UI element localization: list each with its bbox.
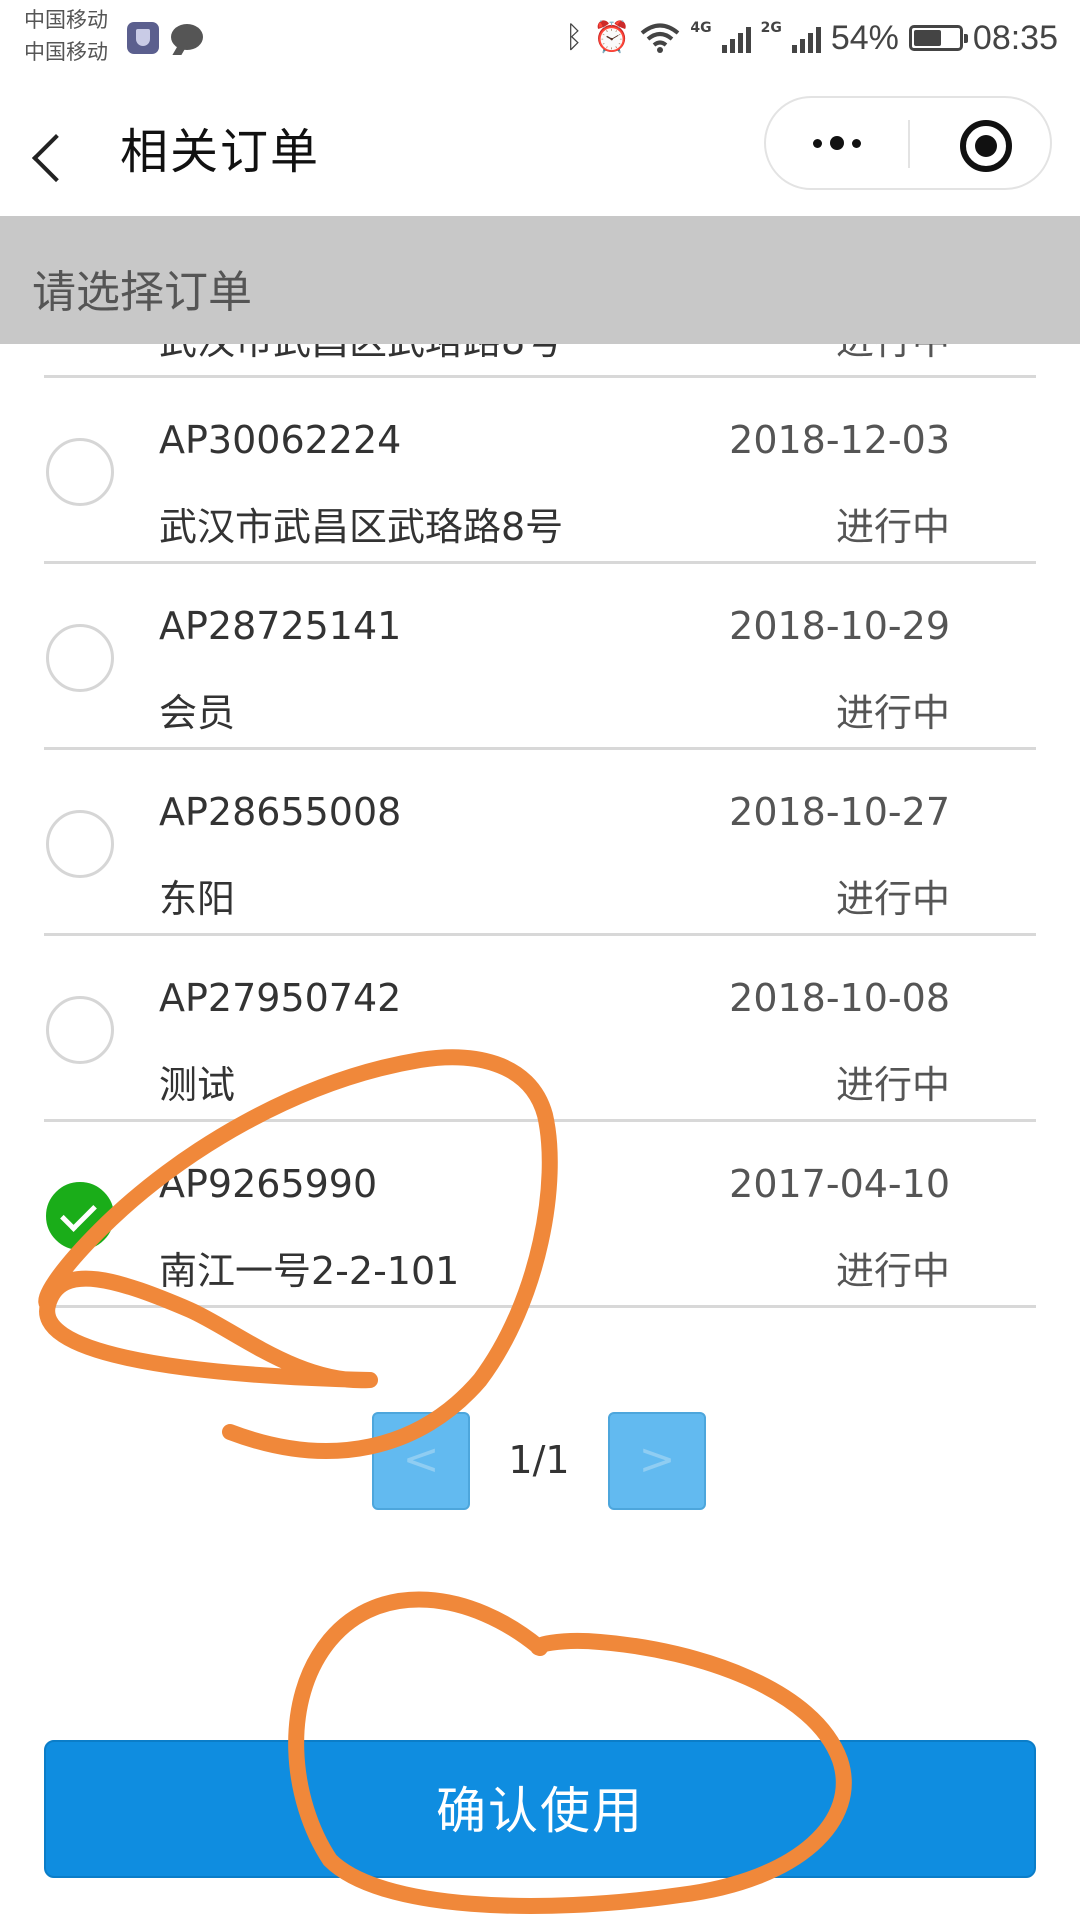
alarm-icon: ⏰ — [593, 20, 631, 55]
signal-icon-2 — [791, 23, 821, 53]
target-close-icon[interactable] — [960, 120, 1012, 172]
mini-program-capsule — [764, 96, 1052, 190]
chat-icon — [171, 24, 203, 50]
order-number: AP27950742 — [159, 976, 402, 1020]
section-header: 请选择订单 — [0, 216, 1080, 344]
next-page-button[interactable]: > — [608, 1412, 706, 1510]
order-address: 武汉市武昌区武珞路8号 — [159, 344, 563, 365]
order-address: 武汉市武昌区武珞路8号 — [159, 505, 564, 549]
order-status: 进行中 — [835, 691, 950, 735]
order-date: 2017-04-10 — [729, 1162, 950, 1206]
section-title: 请选择订单 — [32, 267, 252, 318]
order-row[interactable]: AP28725141 2018-10-29 会员 进行中 — [44, 564, 1036, 750]
order-status: 进行中 — [835, 1249, 950, 1293]
order-number: AP28655008 — [159, 790, 402, 834]
radio-button[interactable] — [46, 996, 114, 1064]
order-row[interactable]: AP28655008 2018-10-27 东阳 进行中 — [44, 750, 1036, 936]
carrier-label-1: 中国移动 — [24, 8, 108, 32]
order-status: 进行中 — [835, 505, 950, 549]
order-row[interactable]: AP27950742 2018-10-08 测试 进行中 — [44, 936, 1036, 1122]
order-date: 2018-10-29 — [729, 604, 950, 648]
network-type-2: 2G — [760, 20, 782, 36]
page-title: 相关订单 — [120, 124, 321, 180]
status-bar: 中国移动 中国移动 ᛒ ⏰ 4G 2G 54% 08:35 — [0, 0, 1080, 76]
order-address: 会员 — [159, 691, 236, 735]
signal-icon — [721, 23, 751, 53]
radio-button[interactable] — [46, 624, 114, 692]
order-status: 进行中 — [835, 1063, 950, 1107]
page-indicator: 1/1 — [508, 1438, 570, 1482]
order-date: 2018-10-08 — [729, 976, 950, 1020]
bluetooth-icon: ᛒ — [565, 20, 584, 55]
status-indicators: ᛒ ⏰ 4G 2G 54% 08:35 — [565, 14, 1058, 62]
order-list: 武汉市武昌区武珞路8号 进行中 AP30062224 2018-12-03 武汉… — [0, 344, 1080, 1344]
capsule-divider — [908, 120, 910, 168]
order-row[interactable]: 武汉市武昌区武珞路8号 进行中 — [44, 344, 1036, 378]
network-type-1: 4G — [690, 20, 712, 36]
clock: 08:35 — [972, 18, 1058, 57]
order-status: 进行中 — [835, 877, 950, 921]
order-status: 进行中 — [836, 344, 950, 365]
order-address: 东阳 — [159, 877, 236, 921]
battery-icon — [908, 25, 968, 51]
radio-button-checked[interactable] — [46, 1182, 114, 1250]
order-date: 2018-10-27 — [729, 790, 950, 834]
order-number: AP28725141 — [159, 604, 402, 648]
more-dots-icon[interactable] — [766, 98, 908, 188]
confirm-use-button[interactable]: 确认使用 — [44, 1740, 1036, 1878]
radio-button[interactable] — [46, 438, 114, 506]
order-row-selected[interactable]: AP9265990 2017-04-10 南江一号2-2-101 进行中 — [44, 1122, 1036, 1308]
chevron-left-icon[interactable] — [42, 122, 76, 156]
carrier-label-2: 中国移动 — [24, 40, 108, 64]
nav-header: 相关订单 — [0, 76, 1080, 216]
shield-icon — [127, 22, 159, 54]
order-date: 2018-12-03 — [729, 418, 950, 462]
order-number: AP9265990 — [159, 1162, 378, 1206]
radio-button[interactable] — [46, 810, 114, 878]
order-address: 测试 — [159, 1063, 236, 1107]
wifi-icon — [641, 23, 680, 53]
battery-percent: 54% — [830, 18, 899, 57]
order-address: 南江一号2-2-101 — [159, 1249, 460, 1293]
prev-page-button[interactable]: < — [372, 1412, 470, 1510]
order-number: AP30062224 — [159, 418, 402, 462]
order-row[interactable]: AP30062224 2018-12-03 武汉市武昌区武珞路8号 进行中 — [44, 378, 1036, 564]
pagination: < 1/1 > — [0, 1412, 1080, 1512]
